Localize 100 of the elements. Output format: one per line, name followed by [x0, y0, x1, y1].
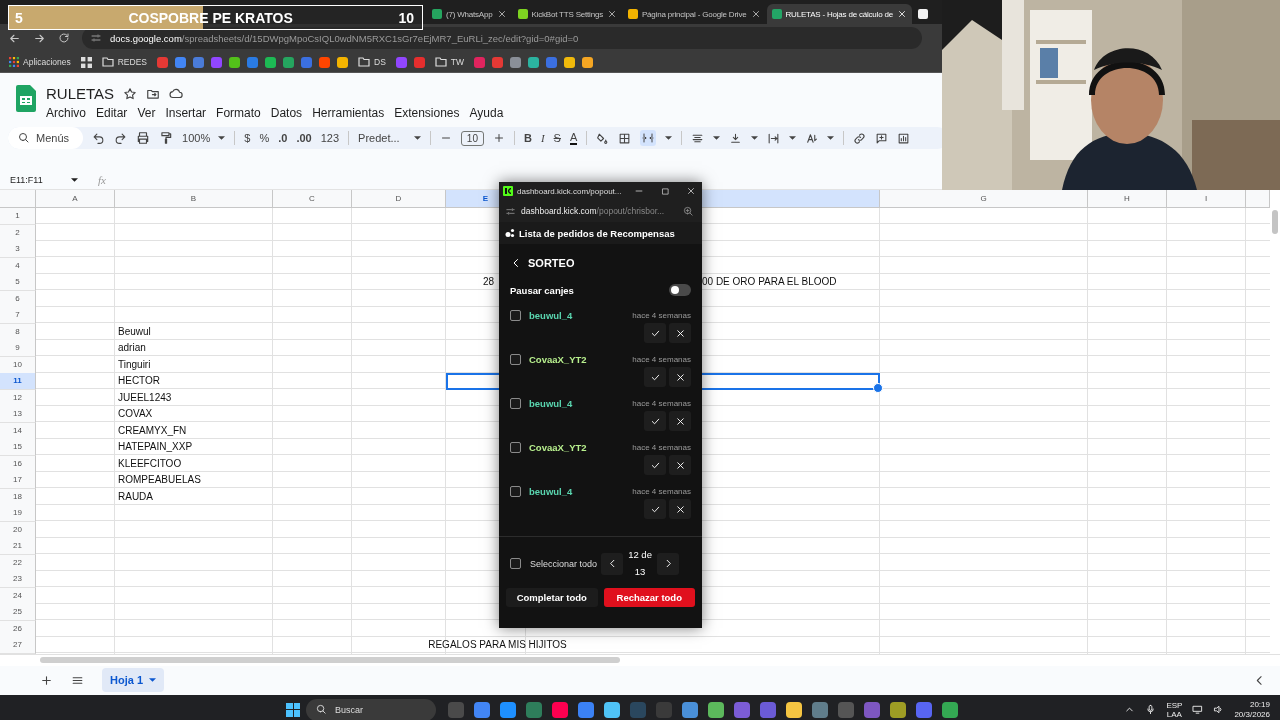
- browser-tab[interactable]: RULETAS - Hojas de cálculo de: [766, 4, 912, 24]
- print-icon[interactable]: [136, 131, 151, 145]
- language-indicator[interactable]: ESP: [1166, 700, 1183, 710]
- checkbox[interactable]: [510, 558, 521, 569]
- column-header[interactable]: H: [1088, 190, 1167, 208]
- menu-search-field[interactable]: Menús: [8, 127, 84, 149]
- app-icon[interactable]: [890, 701, 906, 718]
- caret-icon[interactable]: [789, 136, 797, 140]
- site-icon[interactable]: [413, 56, 425, 68]
- site-icon[interactable]: [175, 56, 187, 68]
- site-icon[interactable]: [564, 56, 576, 68]
- sheets-logo-icon[interactable]: [16, 85, 36, 112]
- add-comment-icon[interactable]: [875, 131, 889, 145]
- checkbox[interactable]: [510, 354, 521, 365]
- app-icon[interactable]: [786, 701, 802, 718]
- row-number[interactable]: 1: [0, 208, 36, 225]
- close-icon[interactable]: [750, 9, 761, 19]
- borders-icon[interactable]: [618, 131, 632, 145]
- site-icon[interactable]: [582, 56, 594, 68]
- maximize-icon[interactable]: [660, 186, 670, 196]
- caret-icon[interactable]: [665, 136, 673, 140]
- browser-tab[interactable]: Página principal - Google Drive: [622, 4, 766, 24]
- caret-icon[interactable]: [713, 136, 721, 140]
- bookmark-folder[interactable]: DS: [358, 57, 386, 67]
- app-icon[interactable]: [708, 701, 724, 718]
- row-number[interactable]: 19: [0, 505, 36, 522]
- site-icon[interactable]: [528, 56, 540, 68]
- font-size-field[interactable]: 10: [460, 130, 484, 146]
- start-button[interactable]: [286, 702, 300, 717]
- site-icon[interactable]: [229, 56, 241, 68]
- column-header[interactable]: I: [1167, 190, 1246, 208]
- site-icon[interactable]: [157, 56, 169, 68]
- link-icon[interactable]: [853, 131, 867, 145]
- monitor-icon[interactable]: [1192, 704, 1204, 715]
- row-number[interactable]: 9: [0, 340, 36, 357]
- bold-button[interactable]: B: [524, 132, 532, 144]
- apps-bookmark[interactable]: Aplicaciones: [9, 57, 71, 67]
- site-icon[interactable]: [265, 56, 277, 68]
- caret-icon[interactable]: [751, 136, 759, 140]
- increase-decimals-button[interactable]: .00: [296, 132, 312, 144]
- merge-cells-button[interactable]: [640, 130, 657, 146]
- row-number[interactable]: 21: [0, 538, 36, 555]
- row-number[interactable]: 27: [0, 637, 36, 654]
- browser-tab[interactable]: (7) WhatsApp: [427, 4, 512, 24]
- font-dropdown[interactable]: Predet...: [358, 132, 421, 144]
- app-icon[interactable]: [604, 701, 620, 718]
- percent-button[interactable]: %: [259, 132, 270, 144]
- zoom-dropdown[interactable]: 100%: [182, 132, 226, 144]
- menu-item[interactable]: Formato: [211, 105, 266, 121]
- document-title[interactable]: RULETAS: [46, 85, 115, 102]
- reject-all-button[interactable]: Rechazar todo: [603, 588, 695, 607]
- site-icon[interactable]: [319, 56, 331, 68]
- site-icon[interactable]: [492, 56, 504, 68]
- italic-button[interactable]: I: [540, 132, 545, 144]
- reject-button[interactable]: [669, 323, 691, 343]
- paint-format-icon[interactable]: [159, 131, 174, 145]
- row-number[interactable]: 11: [0, 373, 36, 390]
- close-icon[interactable]: [686, 186, 696, 196]
- caret-icon[interactable]: [218, 136, 226, 140]
- number-format-button[interactable]: 123: [320, 132, 340, 144]
- browser-tab[interactable]: KickBot TTS Settings: [512, 4, 622, 24]
- checkbox[interactable]: [510, 442, 521, 453]
- complete-all-button[interactable]: Completar todo: [506, 588, 598, 607]
- column-header[interactable]: B: [115, 190, 273, 208]
- menu-item[interactable]: Datos: [265, 105, 308, 121]
- reject-button[interactable]: [669, 499, 691, 519]
- scrollbar-thumb[interactable]: [40, 657, 620, 663]
- menu-item[interactable]: Ver: [132, 105, 161, 121]
- pause-toggle[interactable]: [669, 284, 691, 296]
- reject-button[interactable]: [669, 411, 691, 431]
- reject-button[interactable]: [669, 455, 691, 475]
- close-icon[interactable]: [896, 9, 907, 19]
- app-icon[interactable]: [942, 701, 958, 718]
- wrap-icon[interactable]: [767, 131, 781, 145]
- checkbox[interactable]: [510, 310, 521, 321]
- app-icon[interactable]: [474, 701, 490, 718]
- column-header[interactable]: G: [880, 190, 1088, 208]
- row-number[interactable]: 23: [0, 571, 36, 588]
- taskbar-search-field[interactable]: Buscar: [306, 698, 436, 720]
- column-header[interactable]: D: [352, 190, 446, 208]
- site-icon[interactable]: [337, 56, 349, 68]
- reload-icon[interactable]: [58, 32, 70, 44]
- add-sheet-icon[interactable]: [40, 673, 53, 687]
- close-icon[interactable]: [606, 9, 617, 19]
- fill-handle[interactable]: [873, 383, 883, 393]
- site-icon[interactable]: [193, 56, 205, 68]
- undo-icon[interactable]: [92, 131, 106, 145]
- site-icon[interactable]: [247, 56, 259, 68]
- cloud-icon[interactable]: [169, 86, 184, 101]
- site-icon[interactable]: [283, 56, 295, 68]
- menu-item[interactable]: Herramientas: [307, 105, 390, 121]
- row-number[interactable]: 13: [0, 406, 36, 423]
- grid-icon[interactable]: [80, 56, 92, 68]
- app-icon[interactable]: [682, 701, 698, 718]
- close-icon[interactable]: [496, 9, 507, 19]
- row-number[interactable]: 17: [0, 472, 36, 489]
- menu-item[interactable]: Archivo: [41, 105, 91, 121]
- menu-item[interactable]: Editar: [91, 105, 133, 121]
- name-box[interactable]: E11:F11: [10, 174, 84, 185]
- redo-icon[interactable]: [114, 131, 128, 145]
